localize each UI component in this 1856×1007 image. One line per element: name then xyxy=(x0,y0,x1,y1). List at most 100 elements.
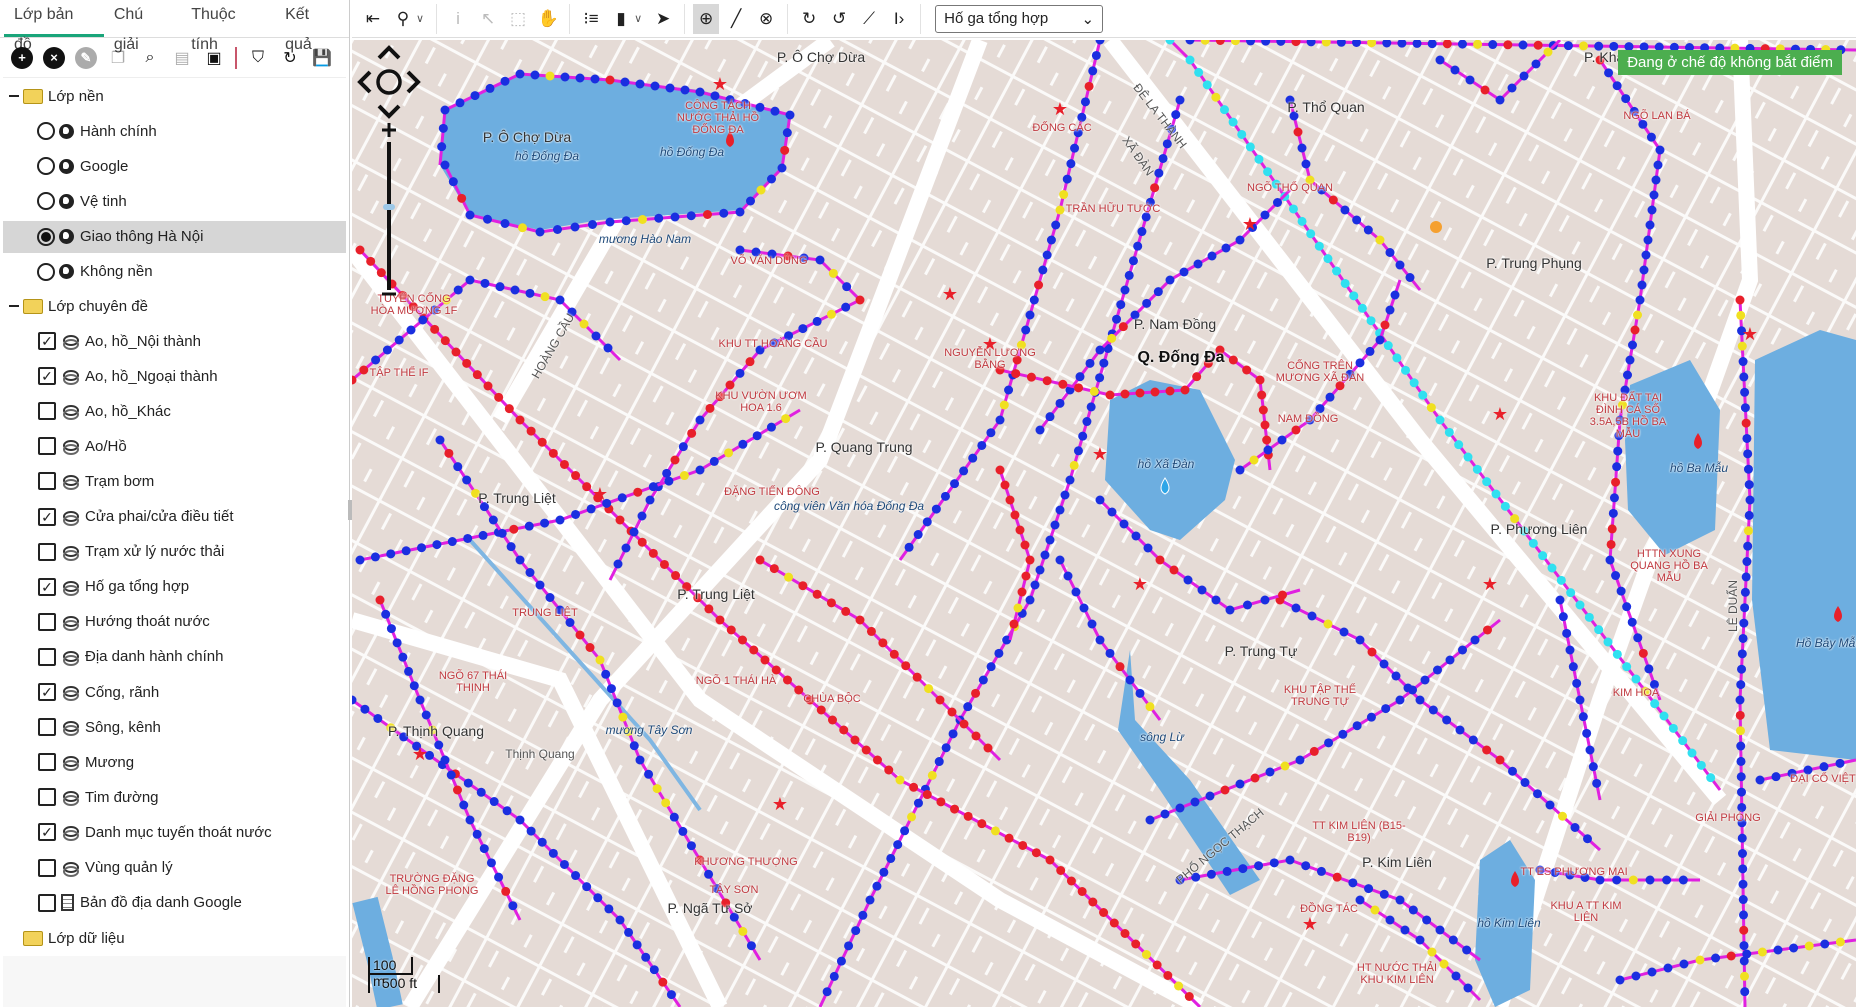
tab-results[interactable]: Kết quả xyxy=(275,0,349,53)
marker-icon[interactable]: ⚲ xyxy=(390,4,416,34)
radio-button[interactable] xyxy=(37,262,55,281)
checkbox[interactable] xyxy=(38,437,56,456)
theme-layer-item[interactable]: Hướng thoát nước xyxy=(3,606,346,638)
radio-button[interactable] xyxy=(37,157,55,176)
manhole-point xyxy=(1120,285,1130,295)
checkbox[interactable] xyxy=(38,647,56,666)
add-folder-icon[interactable]: ▣ xyxy=(203,47,225,69)
checkbox[interactable] xyxy=(38,542,56,561)
manhole-point xyxy=(545,71,555,81)
refresh-icon[interactable]: ↻ xyxy=(279,47,301,69)
checkbox[interactable]: ✓ xyxy=(38,823,56,842)
chevron-down-icon[interactable]: ∨ xyxy=(416,12,424,25)
snap-icon[interactable]: ⟋ xyxy=(856,4,882,34)
line-icon[interactable]: ╱ xyxy=(723,4,749,34)
manhole-point xyxy=(1046,235,1056,245)
checkbox[interactable] xyxy=(38,893,56,912)
theme-layer-item[interactable]: ✓ Ao, hồ_Nội thành xyxy=(3,325,346,357)
radio-button[interactable] xyxy=(37,227,55,246)
ruler-icon[interactable]: ▮ xyxy=(608,4,634,34)
base-layer-item[interactable]: Hành chính xyxy=(3,115,346,147)
collapse-icon[interactable] xyxy=(9,305,19,307)
base-layer-item[interactable]: Google xyxy=(3,150,346,182)
select-point-icon[interactable]: ↖ xyxy=(475,4,501,34)
theme-layer-item[interactable]: Trạm bơm xyxy=(3,465,346,497)
redo-icon[interactable]: ↻ xyxy=(796,4,822,34)
remove-circle-icon[interactable]: × xyxy=(43,46,65,69)
undo-icon[interactable]: ↺ xyxy=(826,4,852,34)
theme-layer-item[interactable]: ✓ Danh mục tuyến thoát nước xyxy=(3,816,346,848)
checkbox[interactable] xyxy=(38,718,56,737)
manhole-point xyxy=(1089,386,1099,396)
theme-layer-item[interactable]: ✓ Cống, rãnh xyxy=(3,676,346,708)
manhole-point xyxy=(615,515,625,525)
layer-search-icon[interactable]: ⌕ xyxy=(139,47,161,69)
theme-layer-item[interactable]: Sông, kênh xyxy=(3,711,346,743)
manhole-point xyxy=(1038,265,1048,275)
checkbox[interactable]: ✓ xyxy=(38,507,56,526)
theme-layer-item[interactable]: ✓ Hố ga tổng hợp xyxy=(3,571,346,603)
theme-layer-item[interactable]: Mương xyxy=(3,746,346,778)
radio-button[interactable] xyxy=(37,122,55,140)
checkbox[interactable] xyxy=(38,858,56,877)
checkbox[interactable]: ✓ xyxy=(38,332,56,350)
group-data-layers[interactable]: Lớp dữ liệu xyxy=(3,922,346,954)
table-icon[interactable]: ▤ xyxy=(171,47,193,69)
manhole-point xyxy=(994,648,1004,658)
theme-layer-item[interactable]: Tim đường xyxy=(3,781,346,813)
manhole-point xyxy=(480,278,490,288)
info-icon[interactable]: i xyxy=(445,4,471,34)
add-circle-icon[interactable]: + xyxy=(11,46,33,69)
base-layer-item[interactable]: Vệ tinh xyxy=(3,185,346,217)
theme-layer-item[interactable]: Địa danh hành chính xyxy=(3,641,346,673)
add-node-icon[interactable]: ⊕ xyxy=(693,3,720,34)
map-canvas[interactable]: ★ ★ ★ ★ ★ ★ ★ ★ ★ ★ ★ ★ ★ ★ P. Ô Chợ Dừa P. Ô Chợ Dừa h… xyxy=(352,40,1856,1007)
radio-button[interactable] xyxy=(37,192,55,211)
base-layer-item[interactable]: Giao thông Hà Nội xyxy=(3,220,346,253)
map-label: P. Ngã Tư Sở xyxy=(667,900,753,916)
manhole-point xyxy=(1755,775,1765,785)
checkbox[interactable]: ✓ xyxy=(38,683,56,701)
manhole-point xyxy=(826,309,836,319)
theme-layer-item[interactable]: Trạm xử lý nước thải xyxy=(3,536,346,568)
manhole-point xyxy=(1451,971,1461,981)
arrow-cursor-icon[interactable]: ➤ xyxy=(650,4,676,34)
save-icon[interactable]: 💾 xyxy=(311,47,333,69)
theme-layer-item[interactable]: ✓ Ao, hồ_Ngoại thành xyxy=(3,360,346,392)
checkbox[interactable]: ✓ xyxy=(38,367,56,386)
3d-marker-icon[interactable]: ⛉ xyxy=(247,47,269,69)
manhole-point xyxy=(963,811,973,821)
chevron-down-icon[interactable]: ∨ xyxy=(634,12,642,25)
checkbox[interactable] xyxy=(38,753,56,772)
exit-icon[interactable]: ⇤ xyxy=(360,4,386,34)
tab-legend[interactable]: Chú giải xyxy=(104,0,181,53)
group-theme-layers[interactable]: Lớp chuyên đề xyxy=(3,290,346,322)
layer-select[interactable]: Hố ga tổng hợp ⌄ xyxy=(935,4,1104,33)
theme-layer-item[interactable]: Vùng quản lý xyxy=(3,852,346,884)
manhole-point xyxy=(575,630,585,640)
select-box-icon[interactable]: ⬚ xyxy=(505,4,531,34)
theme-layer-item[interactable]: Ao/Hồ xyxy=(3,430,346,462)
base-layer-item[interactable]: Không nền xyxy=(3,256,346,288)
collapse-icon[interactable] xyxy=(9,95,19,97)
checkbox[interactable] xyxy=(38,612,56,631)
manhole-point xyxy=(828,715,837,725)
tab-attributes[interactable]: Thuộc tính xyxy=(181,0,275,53)
checkbox[interactable]: ✓ xyxy=(38,577,56,596)
list-icon[interactable]: ⁝≡ xyxy=(578,4,604,34)
copy-icon[interactable]: ❐ xyxy=(107,47,129,69)
group-base-layers[interactable]: Lớp nền xyxy=(3,80,346,112)
manhole-point xyxy=(950,479,960,489)
checkbox[interactable] xyxy=(38,402,56,421)
layers-icon xyxy=(61,511,79,523)
tab-map-layers[interactable]: Lớp bản đồ xyxy=(4,0,104,53)
checkbox[interactable] xyxy=(38,472,56,491)
checkbox[interactable] xyxy=(38,788,56,807)
theme-layer-item[interactable]: ✓ Cửa phai/cửa điều tiết xyxy=(3,501,346,533)
edit-circle-icon[interactable]: ✎ xyxy=(75,46,97,69)
delete-node-icon[interactable]: ⊗ xyxy=(753,4,779,34)
pan-hand-icon[interactable]: ✋ xyxy=(535,4,561,34)
theme-layer-item[interactable]: Bản đồ địa danh Google xyxy=(3,887,346,919)
theme-layer-item[interactable]: Ao, hồ_Khác xyxy=(3,395,346,427)
text-cursor-icon[interactable]: I› xyxy=(886,4,912,34)
